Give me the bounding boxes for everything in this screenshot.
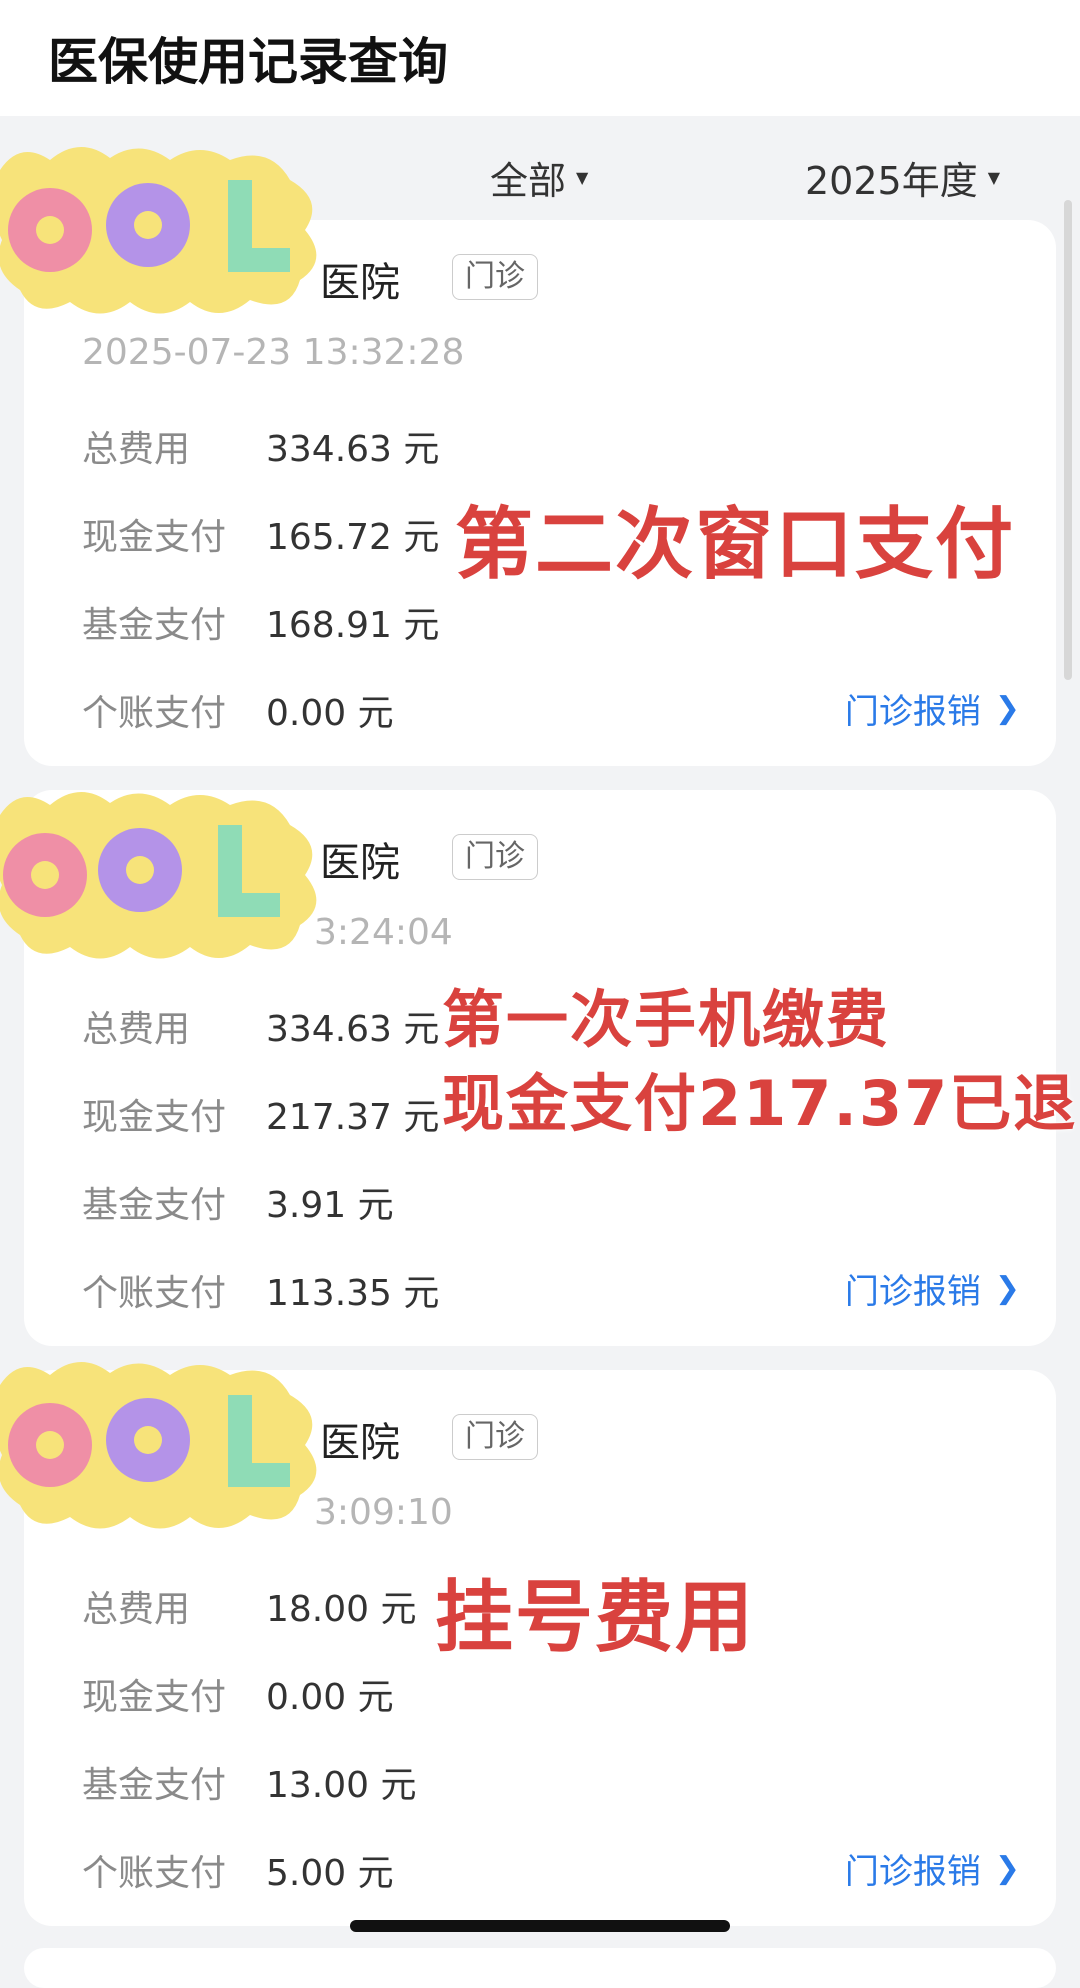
row-label: 现金支付	[82, 1097, 227, 1138]
visit-type-badge: 门诊	[452, 254, 538, 300]
hospital-name: 医院	[320, 1420, 400, 1466]
row-value: 334.63 元	[266, 429, 440, 470]
record-card-peek	[24, 1948, 1056, 1988]
filter-type-label: 全部	[490, 159, 567, 203]
row-label: 基金支付	[82, 1185, 227, 1226]
row-value: 0.00 元	[266, 693, 394, 734]
chevron-right-icon: ❯	[994, 1851, 1020, 1886]
caret-down-icon: ▼	[576, 168, 589, 187]
link-label: 门诊报销	[844, 1272, 981, 1312]
row-label: 现金支付	[82, 517, 227, 558]
row-value: 3.91 元	[266, 1185, 394, 1226]
row-label: 总费用	[82, 1589, 191, 1630]
record-time: 3:09:10	[314, 1492, 453, 1533]
record-time: 2025-07-23 13:32:28	[82, 332, 465, 373]
row-value: 168.91 元	[266, 605, 440, 646]
hospital-name: 医院	[320, 260, 400, 306]
chevron-right-icon: ❯	[994, 691, 1020, 726]
scrollbar[interactable]	[1064, 200, 1072, 680]
record-time: 3:24:04	[314, 912, 453, 953]
row-label: 个账支付	[82, 693, 227, 734]
visit-type-badge: 门诊	[452, 834, 538, 880]
link-label: 门诊报销	[844, 1852, 981, 1892]
caret-down-icon: ▼	[987, 168, 1001, 187]
row-value: 5.00 元	[266, 1853, 394, 1894]
row-label: 现金支付	[82, 1677, 227, 1718]
visit-type-badge: 门诊	[452, 1414, 538, 1460]
row-value: 13.00 元	[266, 1765, 417, 1806]
row-value: 334.63 元	[266, 1009, 440, 1050]
outpatient-reimburse-link[interactable]: 门诊报销 ❯	[845, 1264, 1020, 1313]
row-value: 0.00 元	[266, 1677, 394, 1718]
home-indicator[interactable]	[350, 1920, 730, 1932]
row-value: 217.37 元	[266, 1097, 440, 1138]
cool-sticker-icon	[0, 1362, 317, 1529]
handwritten-annotation: 第一次手机缴费 现金支付217.37已退	[442, 978, 1077, 1146]
outpatient-reimburse-link[interactable]: 门诊报销 ❯	[845, 1844, 1020, 1893]
row-label: 个账支付	[82, 1273, 227, 1314]
hospital-name: 医院	[320, 840, 400, 886]
outpatient-reimburse-link[interactable]: 门诊报销 ❯	[845, 684, 1020, 733]
handwritten-annotation: 第二次窗口支付	[455, 500, 1016, 590]
row-label: 个账支付	[82, 1853, 227, 1894]
page-header: 医保使用记录查询	[0, 0, 1080, 116]
filter-year-dropdown[interactable]: 2025年度 ▼	[805, 150, 1000, 205]
row-value: 18.00 元	[266, 1589, 417, 1630]
row-value: 113.35 元	[266, 1273, 440, 1314]
cool-sticker-icon	[0, 792, 317, 959]
row-label: 总费用	[82, 1009, 191, 1050]
row-label: 基金支付	[82, 1765, 227, 1806]
link-label: 门诊报销	[844, 692, 981, 732]
filter-year-label: 2025年度	[805, 159, 978, 203]
filter-type-dropdown[interactable]: 全部 ▼	[490, 150, 588, 205]
cool-sticker-icon	[0, 147, 317, 314]
annotation-line: 现金支付217.37已退	[442, 1067, 1078, 1140]
page-title: 医保使用记录查询	[48, 33, 448, 91]
row-label: 总费用	[82, 429, 191, 470]
chevron-right-icon: ❯	[994, 1271, 1020, 1306]
row-label: 基金支付	[82, 605, 227, 646]
handwritten-annotation: 挂号费用	[435, 1573, 756, 1663]
row-value: 165.72 元	[266, 517, 440, 558]
annotation-line: 第一次手机缴费	[442, 983, 891, 1056]
